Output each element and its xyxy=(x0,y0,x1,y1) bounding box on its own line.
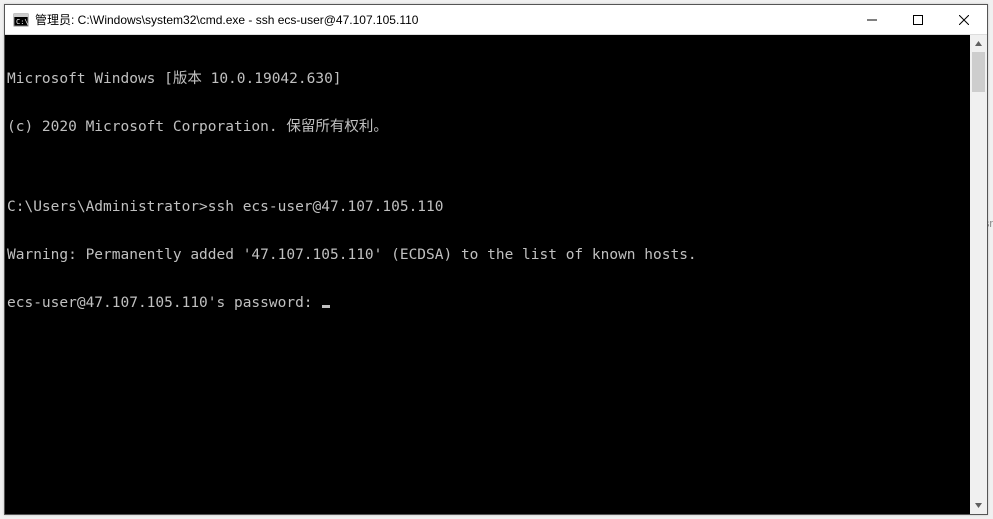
titlebar[interactable]: C:\ 管理员: C:\Windows\system32\cmd.exe - s… xyxy=(5,5,987,35)
terminal-line: Warning: Permanently added '47.107.105.1… xyxy=(7,247,968,263)
terminal-cursor xyxy=(322,305,330,308)
close-button[interactable] xyxy=(941,5,987,34)
cmd-window: C:\ 管理员: C:\Windows\system32\cmd.exe - s… xyxy=(4,4,988,515)
window-controls xyxy=(849,5,987,34)
window-title: 管理员: C:\Windows\system32\cmd.exe - ssh e… xyxy=(35,11,418,28)
minimize-button[interactable] xyxy=(849,5,895,34)
cmd-icon: C:\ xyxy=(13,12,29,28)
terminal-line: C:\Users\Administrator>ssh ecs-user@47.1… xyxy=(7,199,968,215)
terminal-line: (c) 2020 Microsoft Corporation. 保留所有权利。 xyxy=(7,119,968,135)
scrollbar-thumb[interactable] xyxy=(972,52,985,92)
password-prompt: ecs-user@47.107.105.110's password: xyxy=(7,295,321,311)
terminal-output[interactable]: Microsoft Windows [版本 10.0.19042.630] (c… xyxy=(5,35,970,514)
scroll-up-button[interactable] xyxy=(970,35,987,52)
svg-text:C:\: C:\ xyxy=(16,18,29,26)
terminal-prompt-line: ecs-user@47.107.105.110's password: xyxy=(7,295,968,311)
scrollbar-track[interactable] xyxy=(970,52,987,497)
maximize-button[interactable] xyxy=(895,5,941,34)
terminal-line: Microsoft Windows [版本 10.0.19042.630] xyxy=(7,71,968,87)
terminal-area: Microsoft Windows [版本 10.0.19042.630] (c… xyxy=(5,35,987,514)
vertical-scrollbar[interactable] xyxy=(970,35,987,514)
scroll-down-button[interactable] xyxy=(970,497,987,514)
